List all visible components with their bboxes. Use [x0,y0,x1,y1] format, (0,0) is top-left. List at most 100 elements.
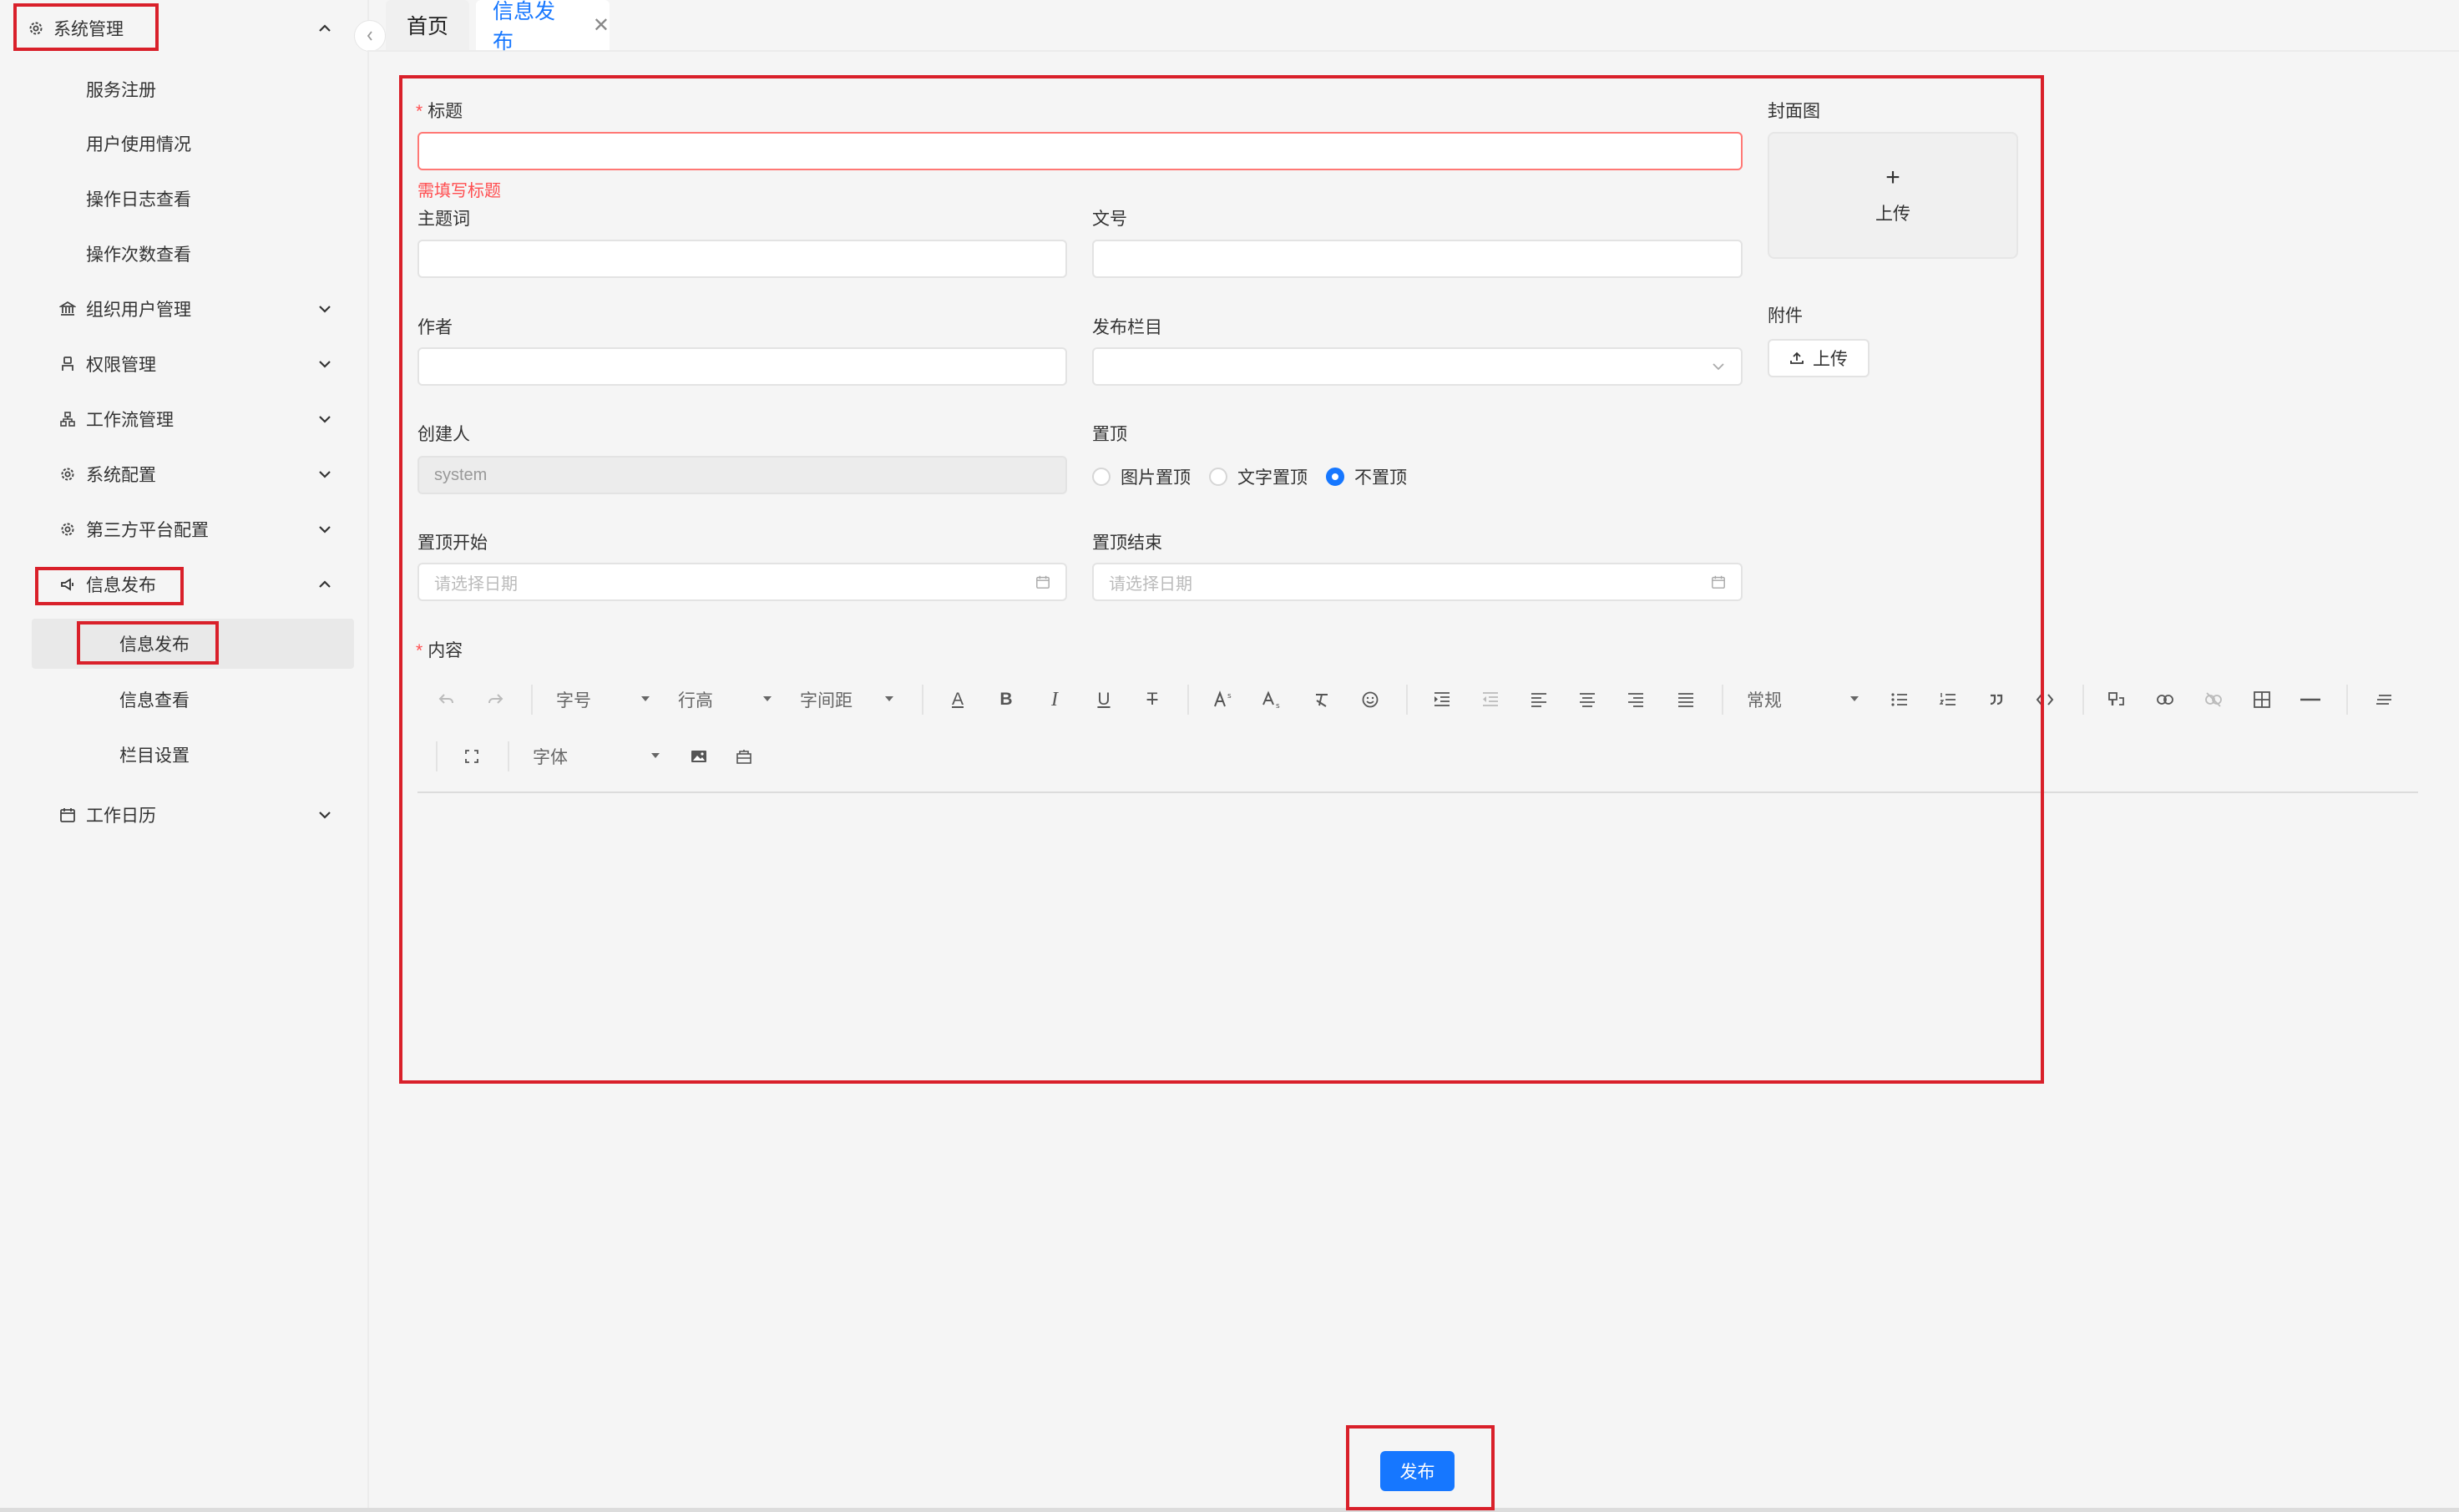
align-right-icon[interactable] [1623,683,1648,716]
pin-option-text[interactable]: 文字置顶 [1209,464,1308,489]
pin-radio-group: 图片置顶 文字置顶 不置顶 [1092,464,1425,489]
sidebar-item-label: 第三方平台配置 [86,521,209,540]
sidebar-item-workflow[interactable]: 工作流管理 [0,394,367,444]
attachment-label: 附件 [1768,306,1803,326]
bullet-list-icon[interactable] [1887,683,1912,716]
close-icon[interactable]: ✕ [593,13,610,38]
cover-upload-area[interactable]: + 上传 [1768,132,2018,259]
author-input[interactable] [417,347,1067,386]
dropdown-label: 常规 [1747,691,1782,710]
insert-widget-icon[interactable] [731,740,756,773]
sidebar-subitem-info-view[interactable]: 信息查看 [0,675,367,725]
strikethrough-icon[interactable]: T [1140,683,1165,716]
bold-icon[interactable]: B [994,683,1019,716]
font-color-icon[interactable]: A [945,683,970,716]
radio-button[interactable] [1209,468,1227,486]
calendar-icon [1034,573,1052,591]
sidebar-subitem-info-publish[interactable]: 信息发布 [0,619,367,669]
sidebar-subitem-operation-log[interactable]: 操作日志查看 [0,174,367,224]
pin-end-date-input[interactable]: 请选择日期 [1092,563,1743,601]
toolbar-separator [436,741,438,771]
sidebar-subitem-service-registry[interactable]: 服务注册 [0,64,367,114]
redo-icon[interactable] [483,683,508,716]
publish-button[interactable]: 发布 [1380,1451,1455,1491]
caret-down-icon [885,696,893,701]
pin-start-date-input[interactable]: 请选择日期 [417,563,1067,601]
caret-down-icon [763,696,772,701]
chevron-up-icon [316,19,334,38]
image-icon[interactable] [686,740,711,773]
sidebar-item-org-user[interactable]: 组织用户管理 [0,284,367,334]
clear-format-icon[interactable] [1309,683,1334,716]
content-editor-area[interactable] [417,795,2418,1070]
more-options-icon[interactable] [2371,683,2396,716]
caret-down-icon [651,753,660,758]
title-error-message: 需填写标题 [417,182,501,200]
indent-icon[interactable] [1429,683,1455,716]
fullscreen-icon[interactable] [459,740,484,773]
align-left-icon[interactable] [1526,683,1551,716]
radio-button[interactable] [1092,468,1111,486]
tab-home[interactable]: 首页 [386,0,469,50]
sidebar-item-work-calendar[interactable]: 工作日历 [0,790,367,840]
paragraph-style-dropdown[interactable]: 常规 [1747,683,1859,716]
unlink-icon[interactable] [2201,683,2226,716]
sidebar-item-label: 工作日历 [86,807,156,826]
keyword-input[interactable] [417,240,1067,278]
sidebar-item-third-party-config[interactable]: 第三方平台配置 [0,504,367,554]
bank-icon [58,300,77,318]
cover-upload-label: 上传 [1875,205,1910,224]
link-icon[interactable] [2153,683,2178,716]
font-size-dropdown[interactable]: 字号 [556,683,650,716]
italic-icon[interactable]: I [1042,683,1067,716]
sidebar-subitem-user-usage[interactable]: 用户使用情况 [0,119,367,169]
outdent-icon[interactable] [1478,683,1503,716]
align-justify-icon[interactable] [1673,683,1698,716]
line-height-dropdown[interactable]: 行高 [678,683,772,716]
editor-divider [417,791,2418,793]
sidebar-item-info-publish[interactable]: 信息发布 [0,559,367,609]
table-icon[interactable] [2249,683,2274,716]
letter-spacing-dropdown[interactable]: 字间距 [800,683,893,716]
column-select[interactable] [1092,347,1743,386]
pin-option-none[interactable]: 不置顶 [1326,464,1407,489]
numbered-list-icon[interactable] [1935,683,1961,716]
sidebar-item-label: 系统配置 [86,466,156,485]
sidebar-item-system-config[interactable]: 系统配置 [0,449,367,499]
font-family-dropdown[interactable]: 字体 [533,740,660,773]
doc-number-label: 文号 [1092,210,1127,229]
calendar-icon [1709,573,1728,591]
sidebar-item-label: 权限管理 [86,356,156,375]
horizontal-rule-icon[interactable] [2298,683,2323,716]
blockquote-icon[interactable] [1984,683,2009,716]
chevron-up-icon [316,575,334,594]
sidebar-item-system-management[interactable]: 系统管理 [0,3,367,53]
sidebar-item-permission[interactable]: 权限管理 [0,339,367,389]
sidebar-subitem-column-settings[interactable]: 栏目设置 [0,730,367,780]
tab-info-publish[interactable]: 信息发布 ✕ [476,0,610,53]
date-placeholder: 请选择日期 [1109,574,1192,594]
caret-down-icon [641,696,650,701]
gear-icon [58,465,77,483]
sidebar-subitem-operation-count[interactable]: 操作次数查看 [0,229,367,279]
align-center-icon[interactable] [1575,683,1600,716]
sidebar-item-label: 栏目设置 [119,746,190,766]
underline-icon[interactable]: U [1091,683,1116,716]
attachment-upload-button[interactable]: 上传 [1768,339,1870,377]
author-label: 作者 [417,318,453,337]
format-painter-icon[interactable] [2104,683,2129,716]
emoji-icon[interactable] [1358,683,1383,716]
radio-button-selected[interactable] [1326,468,1344,486]
superscript-icon[interactable]: s [1211,683,1237,716]
title-input[interactable] [417,132,1743,170]
date-placeholder: 请选择日期 [434,574,518,594]
toolbar-separator [2082,685,2084,715]
doc-number-input[interactable] [1092,240,1743,278]
pin-option-image[interactable]: 图片置顶 [1092,464,1191,489]
code-icon[interactable] [2032,683,2057,716]
toolbar-separator [1406,685,1408,715]
dropdown-label: 行高 [678,691,713,710]
subscript-icon[interactable]: s [1259,683,1286,716]
undo-icon[interactable] [434,683,459,716]
sidebar-item-label: 服务注册 [86,81,156,100]
